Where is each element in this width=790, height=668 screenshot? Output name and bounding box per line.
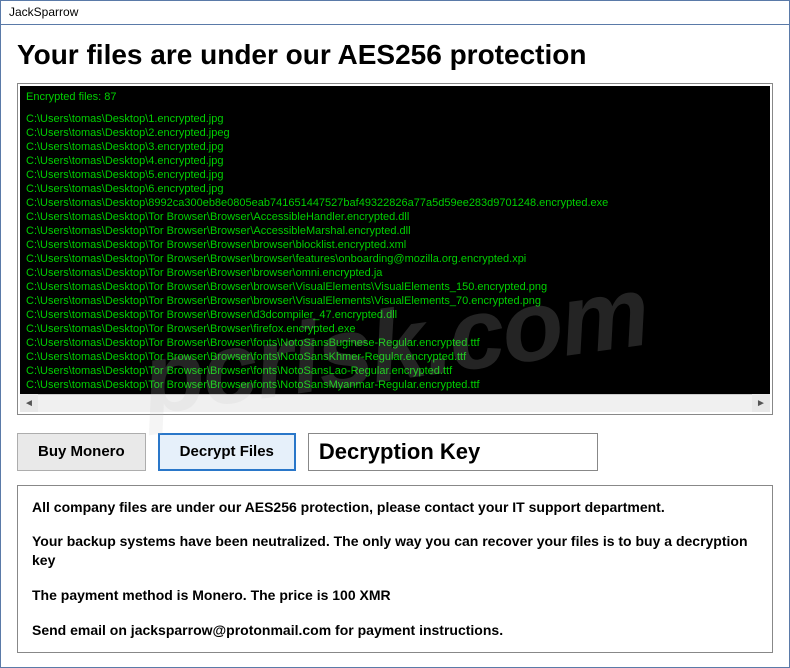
encrypted-count: Encrypted files: 87 <box>26 90 764 104</box>
file-path: C:\Users\tomas\Desktop\Tor Browser\Brows… <box>26 252 764 266</box>
file-path: C:\Users\tomas\Desktop\3.encrypted.jpg <box>26 140 764 154</box>
file-path: C:\Users\tomas\Desktop\Tor Browser\Brows… <box>26 238 764 252</box>
ransom-message: All company files are under our AES256 p… <box>17 485 773 653</box>
file-path: C:\Users\tomas\Desktop\1.encrypted.jpg <box>26 112 764 126</box>
file-path: C:\Users\tomas\Desktop\Tor Browser\Brows… <box>26 308 764 322</box>
action-row: Buy Monero Decrypt Files Decryption Key <box>17 433 773 471</box>
file-path: C:\Users\tomas\Desktop\Tor Browser\Brows… <box>26 364 764 378</box>
window-title: JackSparrow <box>9 5 78 19</box>
scroll-track[interactable] <box>38 394 752 412</box>
buy-monero-button[interactable]: Buy Monero <box>17 433 146 471</box>
file-path: C:\Users\tomas\Desktop\2.encrypted.jpeg <box>26 126 764 140</box>
message-line: All company files are under our AES256 p… <box>32 498 758 517</box>
decrypt-files-button[interactable]: Decrypt Files <box>158 433 296 471</box>
console-panel: Encrypted files: 87 C:\Users\tomas\Deskt… <box>17 83 773 415</box>
file-path: C:\Users\tomas\Desktop\Tor Browser\Brows… <box>26 322 764 336</box>
file-path: C:\Users\tomas\Desktop\Tor Browser\Brows… <box>26 336 764 350</box>
file-path: C:\Users\tomas\Desktop\8992ca300eb8e0805… <box>26 196 764 210</box>
file-path: C:\Users\tomas\Desktop\Tor Browser\Brows… <box>26 294 764 308</box>
message-line: Your backup systems have been neutralize… <box>32 532 758 570</box>
file-path: C:\Users\tomas\Desktop\Tor Browser\Brows… <box>26 350 764 364</box>
file-path: C:\Users\tomas\Desktop\Tor Browser\Brows… <box>26 378 764 392</box>
decryption-key-input[interactable]: Decryption Key <box>308 433 598 471</box>
scroll-right-icon[interactable]: ► <box>752 394 770 412</box>
titlebar[interactable]: JackSparrow <box>1 1 789 25</box>
file-path: C:\Users\tomas\Desktop\6.encrypted.jpg <box>26 182 764 196</box>
file-path: C:\Users\tomas\Desktop\4.encrypted.jpg <box>26 154 764 168</box>
horizontal-scrollbar[interactable]: ◄ ► <box>20 394 770 412</box>
encrypted-files-list: Encrypted files: 87 C:\Users\tomas\Deskt… <box>20 86 770 394</box>
message-line: Send email on jacksparrow@protonmail.com… <box>32 621 758 640</box>
message-line: The payment method is Monero. The price … <box>32 586 758 605</box>
file-path: C:\Users\tomas\Desktop\5.encrypted.jpg <box>26 168 764 182</box>
scroll-left-icon[interactable]: ◄ <box>20 394 38 412</box>
headline: Your files are under our AES256 protecti… <box>17 39 773 71</box>
file-path: C:\Users\tomas\Desktop\Tor Browser\Brows… <box>26 280 764 294</box>
content-area: pcrisk.com Your files are under our AES2… <box>1 25 789 667</box>
file-path: C:\Users\tomas\Desktop\Tor Browser\Brows… <box>26 266 764 280</box>
app-window: JackSparrow pcrisk.com Your files are un… <box>0 0 790 668</box>
file-path: C:\Users\tomas\Desktop\Tor Browser\Brows… <box>26 224 764 238</box>
file-path: C:\Users\tomas\Desktop\Tor Browser\Brows… <box>26 210 764 224</box>
